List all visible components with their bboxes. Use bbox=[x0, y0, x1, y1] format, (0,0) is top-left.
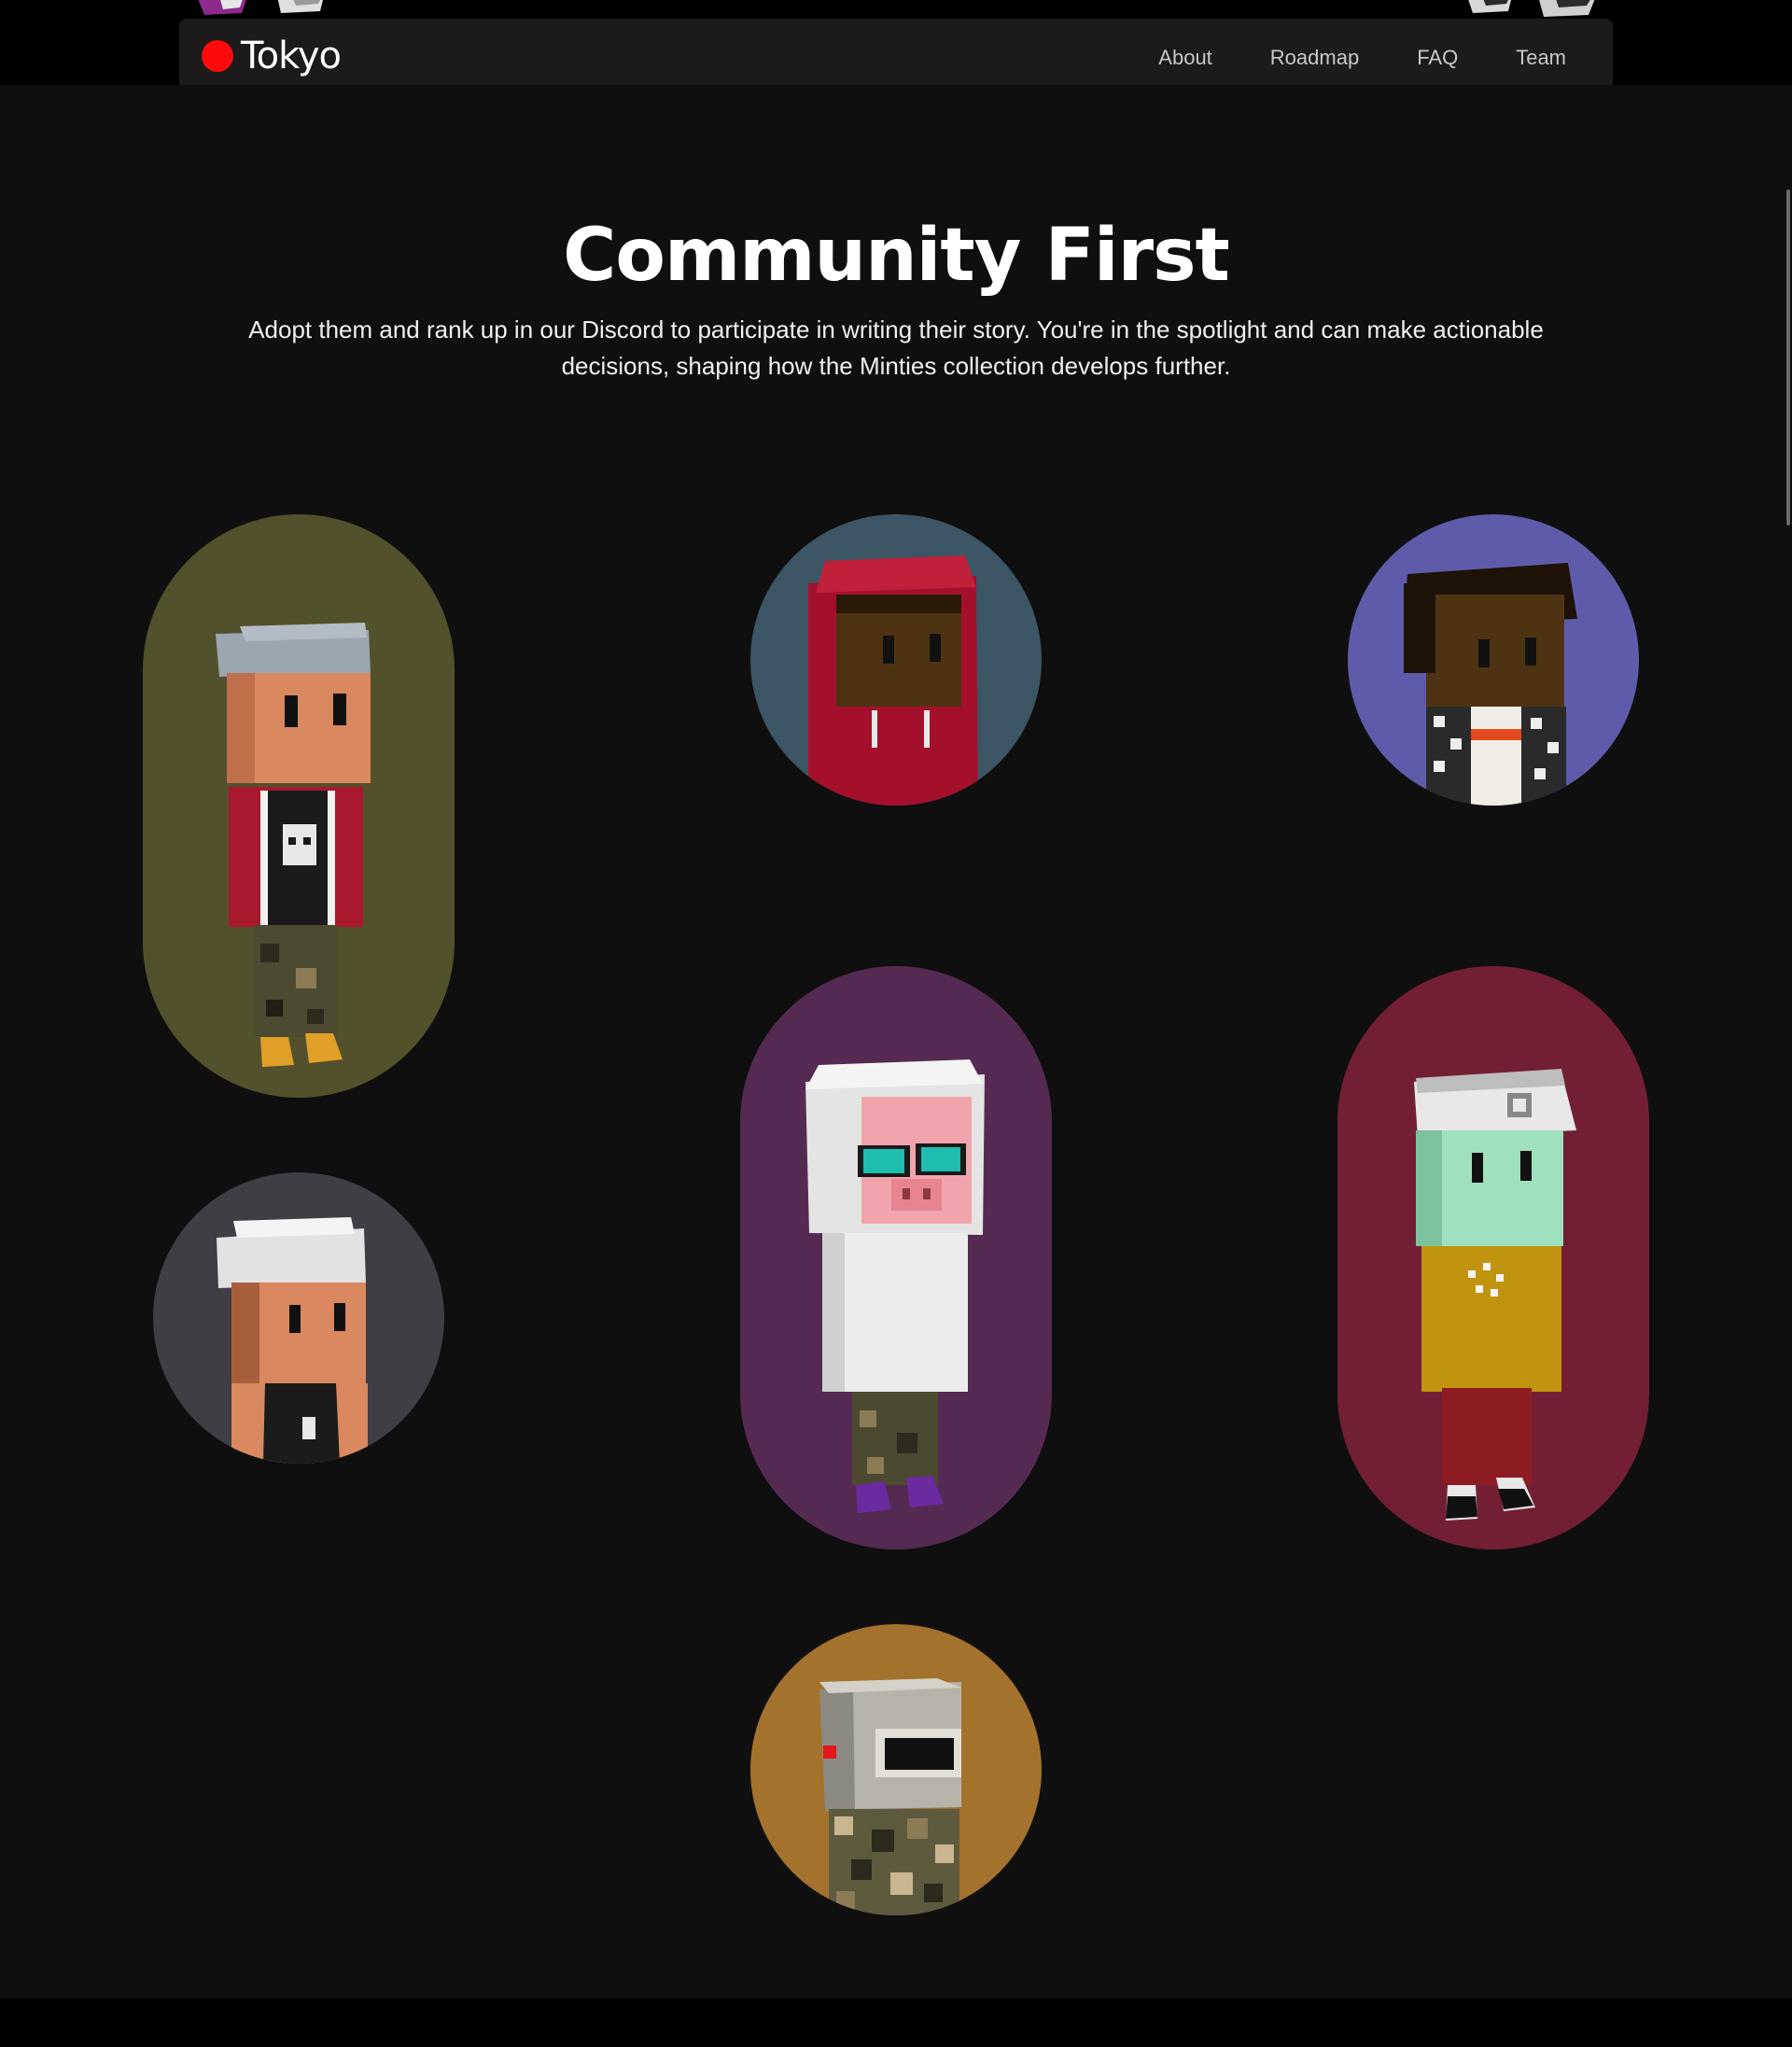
avatar-robot-camo bbox=[750, 1624, 1042, 1915]
avatar-green-face-yellow-tee bbox=[1337, 966, 1649, 1549]
voxel-character-icon bbox=[805, 1059, 985, 1513]
avatar-red-hoodie bbox=[750, 514, 1042, 806]
avatar-grey-cap-skull-tee bbox=[143, 514, 455, 1098]
avatar-pig-white-hoodie bbox=[740, 966, 1052, 1549]
bottom-strip bbox=[0, 1998, 1792, 2047]
voxel-character-icon bbox=[216, 623, 371, 1067]
brand-name: Tokyo bbox=[241, 35, 342, 77]
peek-avatar-right bbox=[1465, 0, 1605, 21]
voxel-character-icon bbox=[819, 1678, 961, 1915]
voxel-character-icon bbox=[808, 555, 978, 806]
nav-link-roadmap[interactable]: Roadmap bbox=[1270, 46, 1359, 70]
community-section: Community First Adopt them and rank up i… bbox=[0, 85, 1792, 1998]
avatar-white-cap-jersey bbox=[153, 1172, 444, 1464]
avatar-curly-hair-checkered-jacket bbox=[1348, 514, 1639, 806]
section-title: Community First bbox=[563, 214, 1230, 298]
voxel-character-icon bbox=[1414, 1069, 1576, 1521]
voxel-character-icon bbox=[1404, 563, 1577, 806]
nav-link-about[interactable]: About bbox=[1158, 46, 1212, 70]
brand-logo[interactable]: Tokyo bbox=[202, 34, 342, 78]
red-dot-logo-icon bbox=[202, 40, 233, 72]
nav-link-faq[interactable]: FAQ bbox=[1417, 46, 1458, 70]
nav-link-team[interactable]: Team bbox=[1516, 46, 1566, 70]
voxel-character-icon bbox=[217, 1217, 368, 1464]
peek-avatar-left bbox=[191, 0, 331, 21]
section-description: Adopt them and rank up in our Discord to… bbox=[248, 315, 1544, 380]
